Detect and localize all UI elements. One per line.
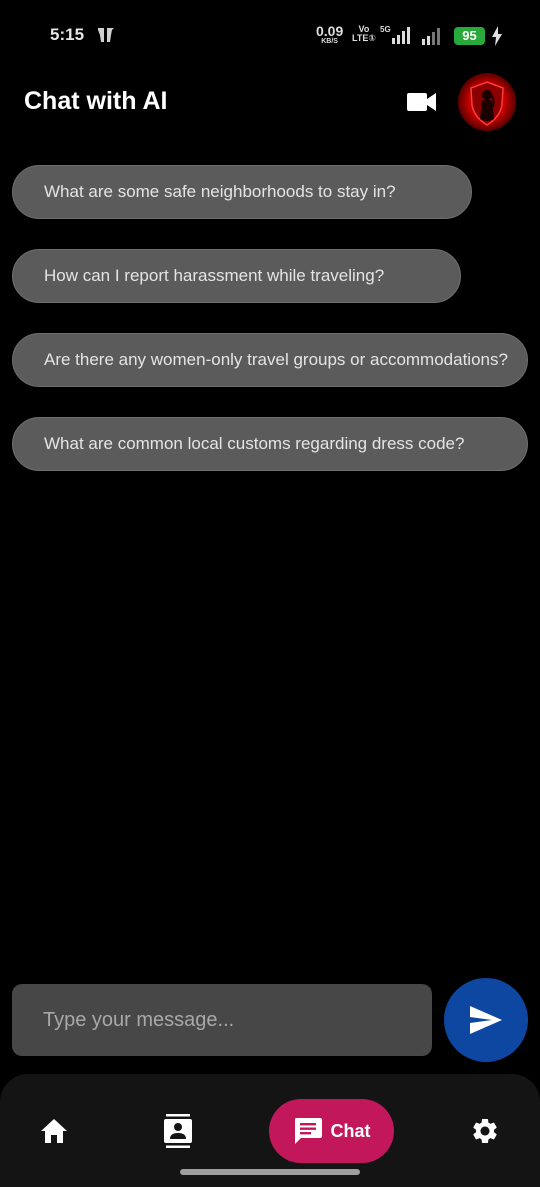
nav-settings[interactable] (461, 1099, 509, 1163)
suggestion-chip[interactable]: What are some safe neighborhoods to stay… (12, 165, 472, 219)
send-icon (470, 1006, 502, 1034)
notification-icon (96, 26, 116, 49)
nav-contacts[interactable] (154, 1099, 202, 1163)
gesture-home-indicator[interactable] (180, 1169, 360, 1175)
page-title: Chat with AI (24, 87, 168, 115)
nav-home[interactable] (30, 1099, 78, 1163)
suggestion-chip[interactable]: What are common local customs regarding … (12, 417, 528, 471)
nav-chat[interactable]: Chat (269, 1099, 394, 1163)
shield-avatar-icon (470, 81, 504, 126)
send-button[interactable] (444, 978, 528, 1062)
chat-icon (294, 1118, 322, 1144)
contacts-icon (164, 1114, 192, 1148)
nav-chat-label: Chat (330, 1120, 371, 1141)
signal-5g-icon: 5G (380, 24, 416, 51)
suggestion-chip[interactable]: Are there any women-only travel groups o… (12, 333, 528, 387)
gear-icon (473, 1119, 497, 1143)
status-time: 5:15 (50, 25, 85, 44)
suggestion-chip[interactable]: How can I report harassment while travel… (12, 249, 461, 303)
volte-indicator: Vo LTE① (352, 24, 376, 43)
avatar[interactable] (458, 73, 516, 131)
suggestion-list: What are some safe neighborhoods to stay… (12, 165, 528, 501)
videocam-icon (407, 93, 436, 111)
message-input[interactable] (12, 984, 432, 1056)
charging-icon (491, 26, 503, 51)
home-icon (41, 1119, 67, 1143)
video-call-button[interactable] (404, 86, 440, 118)
status-bar: 5:15 0.09 KB/S Vo LTE① 5G 95 (0, 0, 540, 72)
signal-icon (420, 26, 446, 51)
battery-indicator: 95 (454, 27, 485, 45)
network-type-label: 5G (380, 25, 391, 34)
network-speed: 0.09 KB/S (316, 23, 344, 45)
